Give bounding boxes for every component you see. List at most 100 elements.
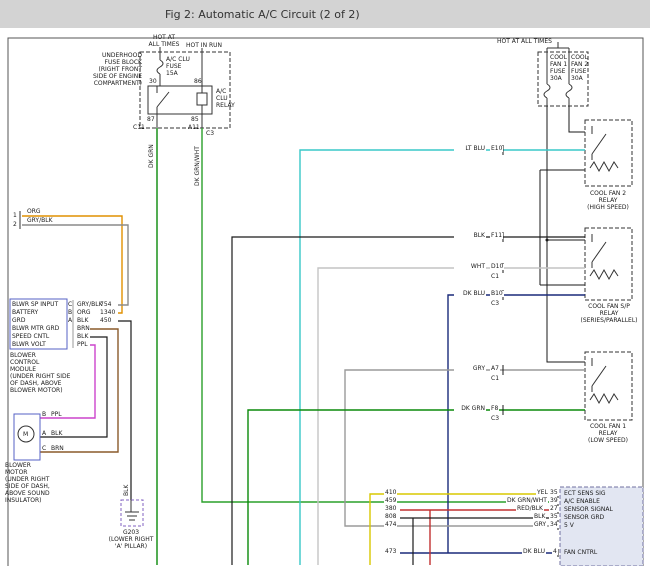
cool-fan-sp-relay-box — [585, 228, 632, 300]
module-fn: GRD — [12, 317, 25, 324]
terminal-label: F11 — [490, 233, 503, 239]
wire-label-dk-grn: DK GRN — [148, 144, 155, 168]
terminal-label: B10 — [490, 291, 504, 297]
circuit-number: 380 — [384, 506, 397, 512]
module-pin: B — [68, 309, 72, 316]
module-fn: BATTERY — [12, 309, 38, 316]
connector-c11: C11 — [133, 124, 145, 131]
connector-label: C1 — [491, 273, 499, 280]
module-wire: BRN — [77, 325, 90, 332]
motor-wire: BLK — [51, 430, 62, 437]
module-caption: BLOWER CONTROL MODULE (UNDER RIGHT SIDE … — [10, 352, 70, 394]
wire-org — [22, 216, 122, 313]
wire-label: DK BLU — [454, 291, 486, 297]
wire-label-dk-grn-wht: DK GRN/WHT — [194, 146, 201, 186]
module-circuit: 1340 — [100, 309, 115, 316]
cool-fan1-fuse-icon — [544, 84, 550, 98]
wire-label: RED/BLK — [516, 506, 544, 512]
wire-label-gry-blk: GRY/BLK — [27, 217, 53, 224]
terminal-label: F8 — [490, 406, 499, 412]
wire-dk-grn-wht-85 — [202, 128, 558, 502]
wire-label: DK GRN/WHT — [506, 498, 548, 504]
ground-icon — [125, 500, 139, 520]
cool-fan1-fuse-label: COOL FAN 1 FUSE 30A — [550, 54, 567, 82]
pcm-fn: SENSOR SIGNAL — [564, 506, 613, 513]
pin-2: 2 — [13, 221, 17, 228]
pin-number: 39 — [549, 498, 559, 504]
hot-at-all-times-right: HOT AT ALL TIMES — [497, 38, 552, 45]
cool-fan2-fuse-label: COOL FAN 2 FUSE 30A — [571, 54, 588, 82]
connector-a11: A11 — [188, 124, 200, 131]
pin-1: 1 — [13, 212, 17, 219]
g203-caption: G203 (LOWER RIGHT 'A' PILLAR) — [94, 529, 168, 550]
relay-switch-icon — [157, 86, 169, 114]
module-wire: ORG — [77, 309, 91, 316]
relay-pin-87: 87 — [147, 116, 155, 123]
wire-label-org: ORG — [27, 208, 41, 215]
circuit-number: 474 — [384, 522, 397, 528]
wire-label: GRY — [454, 366, 486, 372]
cool-fan1-relay-box — [585, 352, 632, 420]
circuit-number: 459 — [384, 498, 397, 504]
module-fn: BLWR SP INPUT — [12, 301, 58, 308]
hot-in-run: HOT IN RUN — [186, 42, 222, 49]
pin-number: 35 — [549, 490, 559, 496]
wire-label: YEL — [536, 490, 549, 496]
module-pin: A — [68, 317, 72, 324]
wire-label: BLK — [533, 514, 546, 520]
module-pin: C — [68, 301, 72, 308]
pcm-fn: A/C ENABLE — [564, 498, 600, 505]
wire-gry-blk — [22, 225, 128, 305]
cool-fan-sp-relay-label: COOL FAN S/P RELAY (SERIES/PARALLEL) — [578, 303, 640, 324]
motor-symbol: M — [23, 431, 28, 438]
figure-title-bar: Fig 2: Automatic A/C Circuit (2 of 2) — [0, 0, 650, 28]
wire-label: DK BLU — [522, 549, 546, 555]
motor-caption: BLOWER MOTOR (UNDER RIGHT SIDE OF DASH, … — [5, 462, 50, 504]
module-wire: BLK — [77, 317, 88, 324]
cool-fan2-fuse-icon — [566, 84, 572, 98]
diagram-page: Fig 2: Automatic A/C Circuit (2 of 2) — [0, 0, 650, 566]
relay-coil-icon — [197, 93, 207, 105]
pcm-fn: FAN CNTRL — [564, 549, 597, 556]
pin-number: 34 — [549, 522, 559, 528]
connector-label: C1 — [491, 375, 499, 382]
ac-clu-fuse-label: A/C CLU FUSE 15A — [166, 56, 190, 77]
wire-label: DK GRN — [454, 406, 486, 412]
ac-clu-relay-label: A/C CLU RELAY — [216, 88, 235, 109]
pin-number: 4 — [552, 549, 558, 555]
module-fn: BLWR VOLT — [12, 341, 46, 348]
hot-at-all-times-left: HOT AT ALL TIMES — [146, 34, 182, 48]
g203-ground — [121, 500, 143, 526]
circuit-number: 473 — [384, 549, 397, 555]
circuit-number: 808 — [384, 514, 397, 520]
wire-label: LT BLU — [454, 146, 486, 152]
relay-pin-30: 30 — [149, 78, 157, 85]
module-wire: GRY/BLK — [77, 301, 103, 308]
wire-label: GRY — [533, 522, 547, 528]
connector-label: C3 — [491, 300, 499, 307]
cool-fan2-relay-label: COOL FAN 2 RELAY (HIGH SPEED) — [580, 190, 636, 211]
module-fn: SPEED CNTL — [12, 333, 49, 340]
module-fn: BLWR MTR GRD — [12, 325, 59, 332]
motor-pin: B — [42, 411, 46, 418]
relay-switch-icon — [592, 234, 606, 268]
cool-fan1-relay-label: COOL FAN 1 RELAY (LOW SPEED) — [580, 423, 636, 444]
module-wire: BLK — [77, 333, 88, 340]
resistor-icon — [590, 162, 618, 171]
pcm-fn: SENSOR GRD — [564, 514, 604, 521]
motor-pin: C — [42, 445, 46, 452]
resistor-icon — [590, 270, 618, 279]
terminal-label: D10 — [490, 264, 504, 270]
module-circuit: 450 — [100, 317, 111, 324]
motor-wire: PPL — [51, 411, 62, 418]
connector-c3: C3 — [206, 130, 214, 137]
terminal-label: A7 — [490, 366, 500, 372]
underhood-fuse-block-label: UNDERHOOD FUSE BLOCK (RIGHT FRONT SIDE O… — [90, 52, 142, 87]
resistor-icon — [590, 394, 618, 403]
motor-pin: A — [42, 430, 46, 437]
connector-label: C3 — [491, 415, 499, 422]
relay-switch-icon — [592, 358, 606, 392]
ac-clu-fuse-icon — [157, 60, 163, 74]
wire-blk-450-ground — [118, 321, 131, 500]
relay-pin-85: 85 — [191, 116, 199, 123]
